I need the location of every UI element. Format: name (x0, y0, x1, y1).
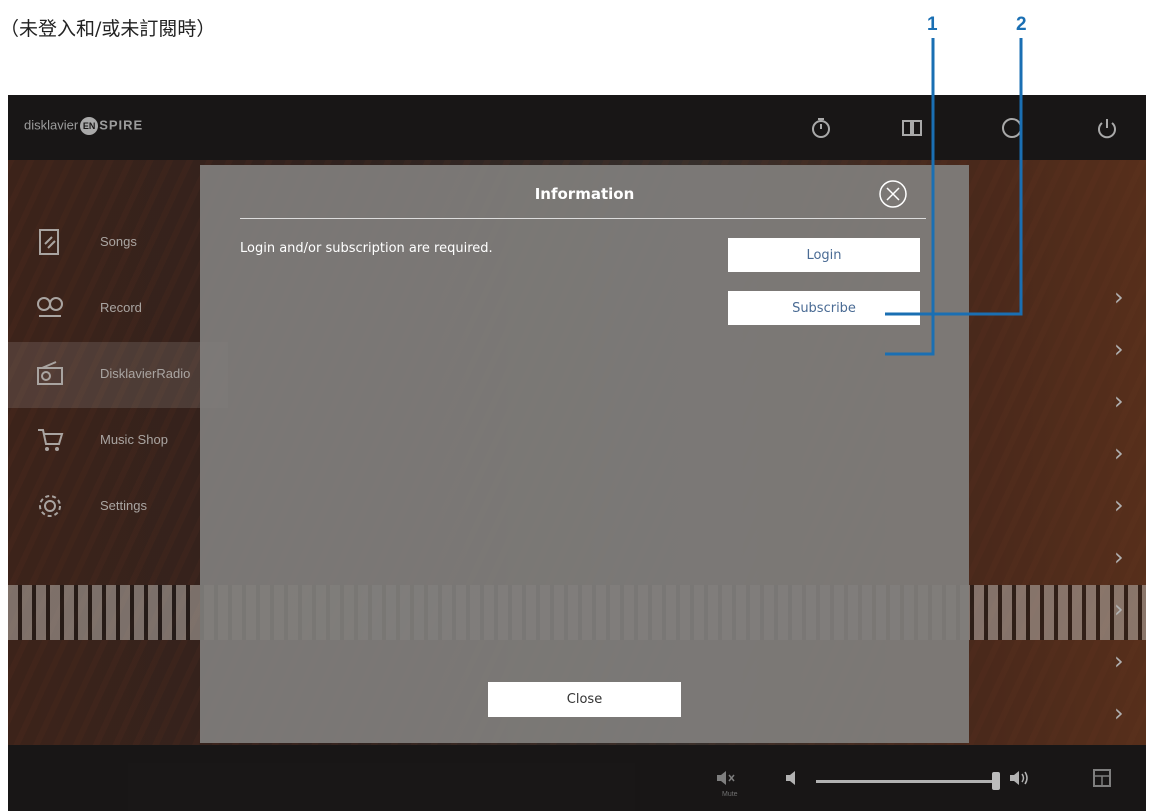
callout-number-login: 1 (927, 14, 938, 35)
app-screen: disklavier EN SPIRE Songs Record Disklav… (8, 95, 1146, 811)
dialog-title: Information (534, 185, 635, 203)
close-icon[interactable] (878, 179, 908, 209)
page: （未登入和/或未訂閱時） 1 2 disklavier EN SPIRE Son… (0, 0, 1149, 811)
subscribe-button[interactable]: Subscribe (728, 291, 920, 325)
close-button[interactable]: Close (488, 682, 681, 717)
information-dialog: Information Login and/or subscription ar… (200, 165, 969, 743)
callout-number-subscribe: 2 (1016, 14, 1027, 35)
dialog-message: Login and/or subscription are required. (240, 241, 493, 256)
login-button[interactable]: Login (728, 238, 920, 272)
page-caption: （未登入和/或未訂閱時） (0, 18, 216, 40)
title-divider (240, 218, 926, 219)
